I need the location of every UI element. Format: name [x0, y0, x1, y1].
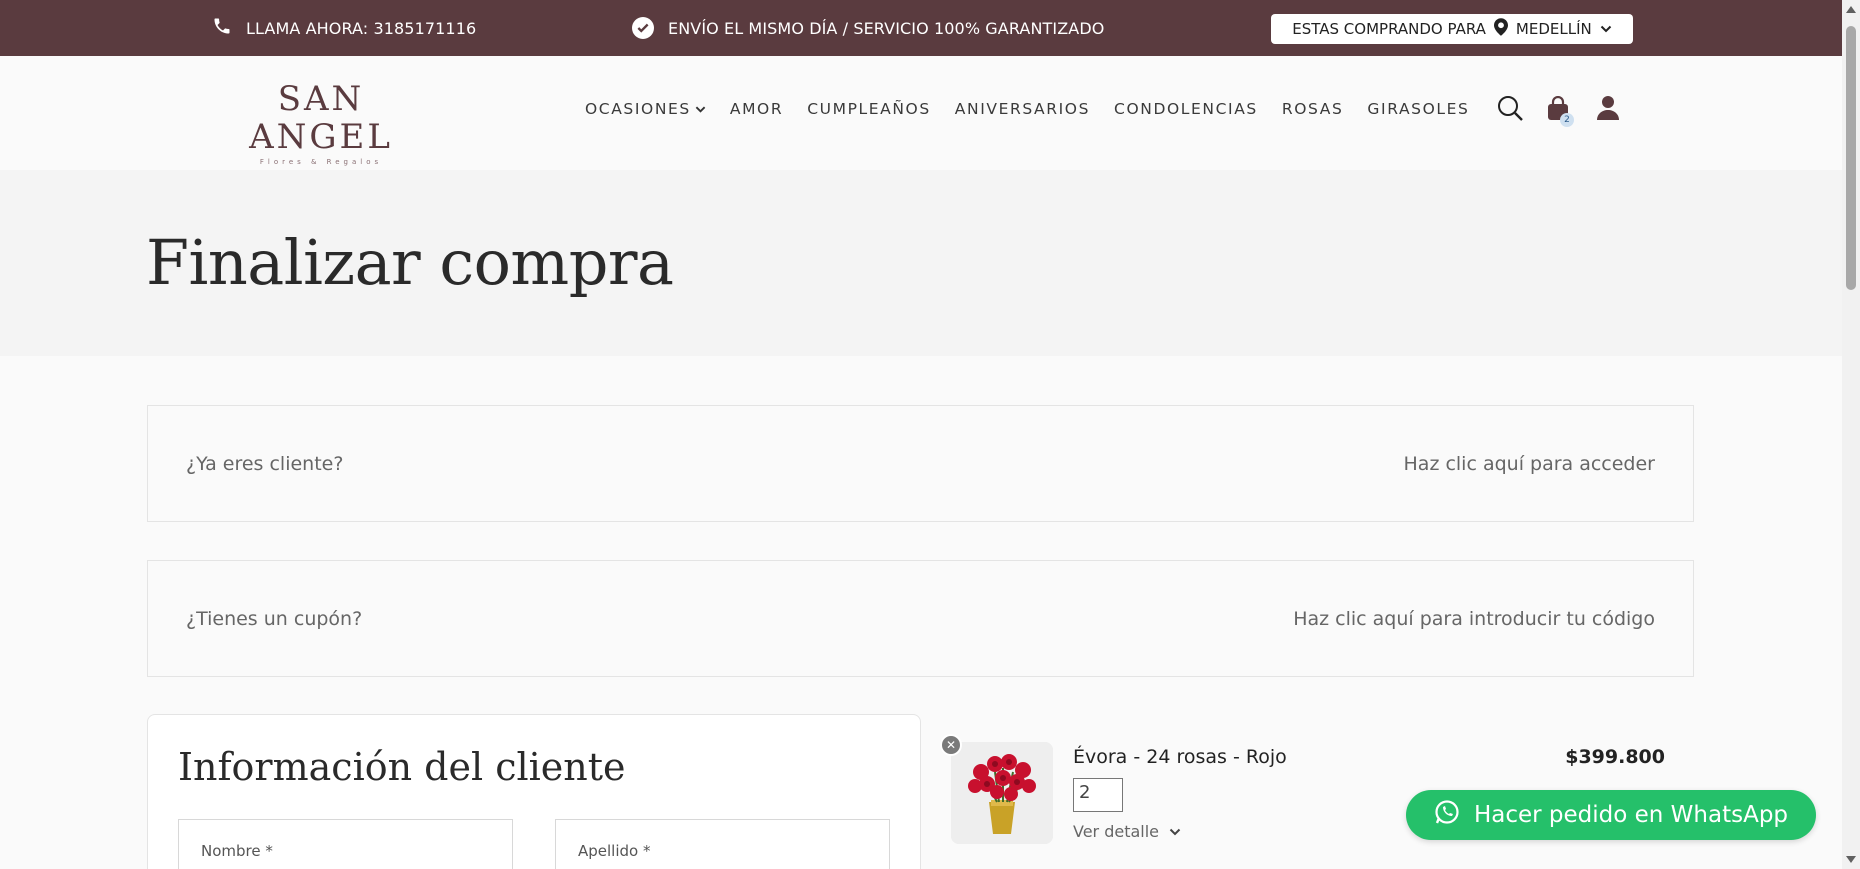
- nav-item-aniversarios[interactable]: ANIVERSARIOS: [955, 100, 1090, 118]
- scroll-thumb[interactable]: [1846, 26, 1856, 290]
- product-name: Évora - 24 rosas - Rojo: [1073, 746, 1287, 768]
- shipping-notice: ENVÍO EL MISMO DÍA / SERVICIO 100% GARAN…: [632, 0, 1104, 56]
- chevron-down-icon: [1600, 20, 1612, 38]
- nav-item-amor[interactable]: AMOR: [730, 100, 783, 118]
- login-notice: ¿Ya eres cliente? Haz clic aquí para acc…: [147, 405, 1694, 522]
- scroll-down-arrow[interactable]: [1846, 856, 1856, 863]
- scroll-up-arrow[interactable]: [1846, 6, 1856, 13]
- top-bar: LLAMA AHORA: 3185171116 ENVÍO EL MISMO D…: [0, 0, 1842, 56]
- phone-icon: [212, 16, 232, 40]
- login-link[interactable]: Haz clic aquí para acceder: [1404, 453, 1655, 475]
- search-icon[interactable]: [1496, 94, 1524, 126]
- last-name-label: Apellido *: [578, 842, 651, 860]
- page-title: Finalizar compra: [146, 226, 674, 299]
- coupon-prompt: ¿Tienes un cupón?: [186, 607, 363, 630]
- first-name-field[interactable]: Nombre *: [178, 819, 513, 869]
- coupon-link[interactable]: Haz clic aquí para introducir tu código: [1293, 608, 1655, 630]
- whatsapp-order-button[interactable]: Hacer pedido en WhatsApp: [1406, 790, 1816, 840]
- nav-item-cumpleanos[interactable]: CUMPLEAÑOS: [807, 100, 931, 118]
- phone-text: LLAMA AHORA: 3185171116: [246, 18, 477, 38]
- view-detail-toggle[interactable]: Ver detalle: [1073, 822, 1181, 841]
- product-image: [951, 742, 1053, 844]
- shipping-text: ENVÍO EL MISMO DÍA / SERVICIO 100% GARAN…: [668, 18, 1105, 38]
- main-nav: OCASIONES AMOR CUMPLEAÑOS ANIVERSARIOS C…: [585, 100, 1493, 118]
- page-hero: Finalizar compra: [0, 170, 1842, 356]
- view-detail-label: Ver detalle: [1073, 822, 1160, 841]
- quantity-input[interactable]: 2: [1073, 778, 1123, 812]
- whatsapp-icon: [1434, 799, 1460, 831]
- nav-item-girasoles[interactable]: GIRASOLES: [1367, 100, 1469, 118]
- first-name-label: Nombre *: [201, 842, 273, 860]
- nav-item-rosas[interactable]: ROSAS: [1282, 100, 1344, 118]
- chevron-down-icon: [1169, 822, 1181, 841]
- customer-info-heading: Información del cliente: [178, 745, 626, 789]
- logo[interactable]: SAN ANGEL Flores & Regalos: [216, 80, 426, 166]
- login-prompt: ¿Ya eres cliente?: [186, 452, 344, 475]
- check-circle-icon: [632, 17, 654, 39]
- chevron-down-icon: [695, 100, 706, 118]
- site-header: SAN ANGEL Flores & Regalos OCASIONES AMO…: [0, 56, 1842, 170]
- scrollbar[interactable]: [1842, 0, 1860, 869]
- call-now[interactable]: LLAMA AHORA: 3185171116: [212, 0, 476, 56]
- city-name: MEDELLÍN: [1515, 20, 1592, 38]
- last-name-field[interactable]: Apellido *: [555, 819, 890, 869]
- remove-item-button[interactable]: ✕: [940, 734, 962, 756]
- logo-tagline: Flores & Regalos: [259, 158, 383, 166]
- user-icon[interactable]: [1596, 95, 1620, 125]
- coupon-notice: ¿Tienes un cupón? Haz clic aquí para int…: [147, 560, 1694, 677]
- logo-name: SAN ANGEL: [249, 79, 393, 157]
- location-pin-icon: [1493, 18, 1508, 40]
- product-price: $399.800: [1565, 746, 1665, 768]
- cart-count-badge: 2: [1560, 113, 1574, 127]
- city-prefix: ESTAS COMPRANDO PARA: [1292, 20, 1486, 38]
- header-icons: 2: [1496, 94, 1620, 127]
- whatsapp-label: Hacer pedido en WhatsApp: [1473, 802, 1789, 828]
- close-icon: ✕: [945, 738, 957, 752]
- city-selector[interactable]: ESTAS COMPRANDO PARA MEDELLÍN: [1271, 14, 1633, 44]
- nav-item-condolencias[interactable]: CONDOLENCIAS: [1114, 100, 1258, 118]
- nav-item-ocasiones[interactable]: OCASIONES: [585, 100, 706, 118]
- customer-info-card: Información del cliente Nombre * Apellid…: [147, 714, 921, 869]
- cart-button[interactable]: 2: [1546, 95, 1574, 127]
